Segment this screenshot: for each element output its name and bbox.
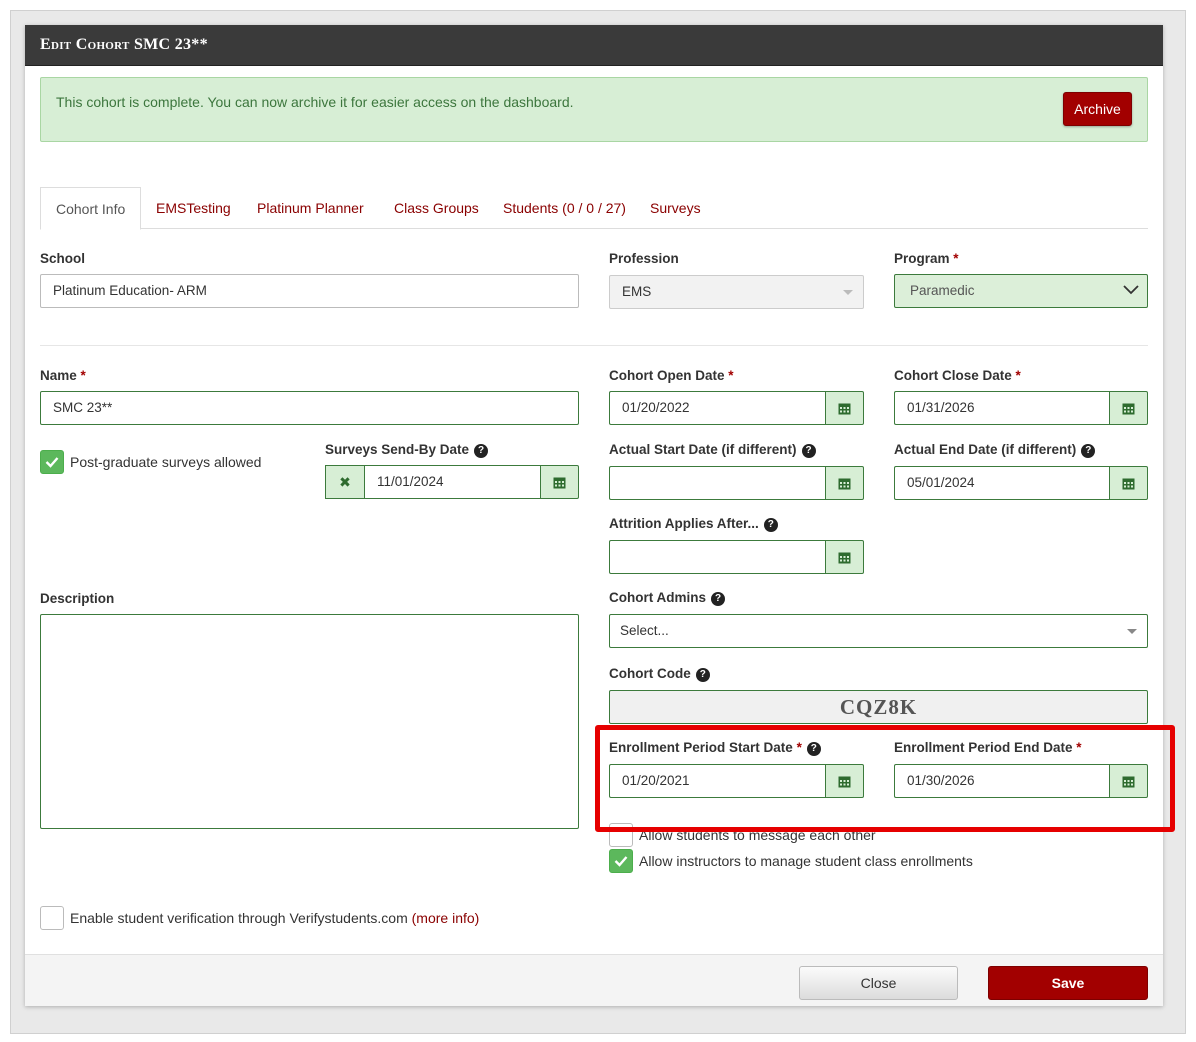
allow-manage-enrollments-checkbox[interactable] <box>609 849 633 873</box>
help-icon: ? <box>1081 444 1096 458</box>
cohort-admins-select[interactable]: Select... <box>609 614 1148 648</box>
cohort-open-date-field[interactable]: 01/20/2022 <box>609 391 825 425</box>
enroll-end-date-field[interactable]: 01/30/2026 <box>894 764 1109 798</box>
program-select[interactable]: Paramedic <box>894 274 1148 308</box>
actual-start-date-picker <box>609 466 864 500</box>
cohort-admins-placeholder: Select... <box>620 623 669 638</box>
surveys-send-by-date-picker: ✖ 11/01/2024 <box>325 465 579 499</box>
calendar-icon[interactable] <box>825 466 864 500</box>
close-button[interactable]: Close <box>799 966 958 1000</box>
help-icon: ? <box>711 592 725 606</box>
profession-select[interactable]: EMS <box>609 275 864 309</box>
allow-message-label: Allow students to message each other <box>639 827 876 843</box>
chevron-down-icon <box>843 290 853 295</box>
profession-value: EMS <box>622 284 652 299</box>
tab-bar: Cohort Info EMSTesting Platinum Planner … <box>40 187 1148 230</box>
post-grad-surveys-label: Post-graduate surveys allowed <box>70 454 262 470</box>
more-info-link[interactable]: (more info) <box>412 910 480 926</box>
surveys-send-by-label: Surveys Send-By Date? <box>325 442 489 458</box>
allow-message-checkbox[interactable] <box>609 823 633 847</box>
profession-label: Profession <box>609 251 679 266</box>
description-label: Description <box>40 591 115 606</box>
enroll-start-label: Enrollment Period Start Date *? <box>609 740 821 756</box>
cohort-open-date-picker: 01/20/2022 <box>609 391 864 425</box>
post-grad-surveys-checkbox[interactable] <box>40 450 64 474</box>
help-icon: ? <box>763 518 778 532</box>
program-label: Program * <box>894 251 959 266</box>
calendar-icon[interactable] <box>1109 391 1148 425</box>
name-label: Name * <box>40 368 86 383</box>
help-icon: ? <box>474 444 489 458</box>
school-field[interactable]: Platinum Education- ARM <box>40 274 579 308</box>
tab-platinum-planner[interactable]: Platinum Planner <box>257 187 364 229</box>
calendar-icon[interactable] <box>1109 466 1148 500</box>
name-field[interactable]: SMC 23** <box>40 391 579 425</box>
tab-class-groups[interactable]: Class Groups <box>394 187 479 229</box>
calendar-icon[interactable] <box>825 764 864 798</box>
enroll-start-date-field[interactable]: 01/20/2021 <box>609 764 825 798</box>
enroll-start-date-picker: 01/20/2021 <box>609 764 864 798</box>
surveys-send-by-field[interactable]: 11/01/2024 <box>364 465 540 499</box>
cohort-code-label: Cohort Code? <box>609 666 710 682</box>
actual-end-date-picker: 05/01/2024 <box>894 466 1148 500</box>
checkmark-icon <box>614 856 628 867</box>
actual-end-date-field[interactable]: 05/01/2024 <box>894 466 1109 500</box>
cohort-close-date-field[interactable]: 01/31/2026 <box>894 391 1109 425</box>
modal-header: Edit Cohort SMC 23** <box>25 25 1163 66</box>
tab-surveys[interactable]: Surveys <box>650 187 701 229</box>
section-divider <box>40 345 1148 346</box>
actual-end-label: Actual End Date (if different)? <box>894 442 1096 458</box>
enroll-end-date-picker: 01/30/2026 <box>894 764 1148 798</box>
calendar-icon[interactable] <box>825 391 864 425</box>
calendar-icon[interactable] <box>540 465 579 499</box>
attrition-label: Attrition Applies After...? <box>609 516 778 532</box>
tab-emstesting[interactable]: EMSTesting <box>156 187 231 229</box>
tab-students[interactable]: Students (0 / 0 / 27) <box>503 187 626 229</box>
cohort-open-label: Cohort Open Date * <box>609 368 734 383</box>
calendar-icon[interactable] <box>1109 764 1148 798</box>
actual-start-date-field[interactable] <box>609 466 825 500</box>
actual-start-label: Actual Start Date (if different)? <box>609 442 816 458</box>
complete-alert: This cohort is complete. You can now arc… <box>40 77 1148 142</box>
clear-x-icon[interactable]: ✖ <box>325 465 364 499</box>
modal-footer: Close Save <box>25 954 1163 1006</box>
cohort-code-display: CQZ8K <box>609 690 1148 724</box>
edit-cohort-modal: Edit Cohort SMC 23** This cohort is comp… <box>25 25 1175 1006</box>
calendar-icon[interactable] <box>825 540 864 574</box>
verify-students-checkbox[interactable] <box>40 906 64 930</box>
chevron-down-icon <box>1123 285 1139 295</box>
tab-cohort-info[interactable]: Cohort Info <box>40 187 142 230</box>
cohort-admins-label: Cohort Admins? <box>609 590 725 606</box>
attrition-date-picker <box>609 540 864 574</box>
help-icon: ? <box>695 668 710 682</box>
help-icon: ? <box>806 742 821 756</box>
program-value: Paramedic <box>910 283 975 298</box>
allow-manage-enrollments-label: Allow instructors to manage student clas… <box>639 853 973 869</box>
alert-message: This cohort is complete. You can now arc… <box>56 94 574 110</box>
verify-students-label: Enable student verification through Veri… <box>70 910 480 926</box>
modal-title: Edit Cohort SMC 23** <box>40 36 208 53</box>
cohort-close-label: Cohort Close Date * <box>894 368 1021 383</box>
attrition-date-field[interactable] <box>609 540 825 574</box>
help-icon: ? <box>801 444 816 458</box>
cohort-close-date-picker: 01/31/2026 <box>894 391 1148 425</box>
description-textarea[interactable] <box>40 614 579 829</box>
enroll-end-label: Enrollment Period End Date * <box>894 740 1082 755</box>
chevron-down-icon <box>1127 629 1137 634</box>
checkmark-icon <box>45 457 59 468</box>
school-label: School <box>40 251 86 266</box>
save-button[interactable]: Save <box>988 966 1148 1000</box>
archive-button[interactable]: Archive <box>1063 92 1132 126</box>
